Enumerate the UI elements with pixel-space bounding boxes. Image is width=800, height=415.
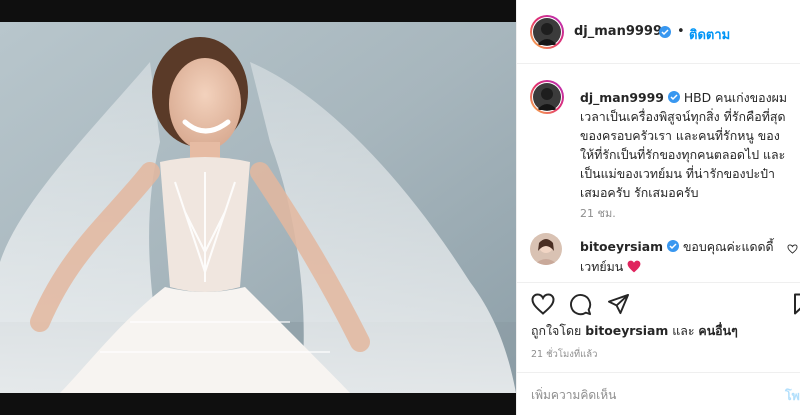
post-timestamp[interactable]: 21 ชั่วโมงที่แล้ว — [531, 347, 597, 362]
post-comment-button[interactable]: โพสต์ — [785, 387, 800, 406]
bookmark-icon[interactable] — [793, 293, 800, 315]
likes-prefix: ถูกใจโดย — [531, 323, 582, 338]
likes-and: และ — [672, 323, 695, 338]
separator-dot: • — [677, 24, 685, 39]
header-username[interactable]: dj_man9999 — [574, 24, 662, 39]
instagram-post: dj_man9999 • ติดตาม dj_man9999 HBD คนเก่… — [0, 0, 800, 415]
comment-input[interactable] — [531, 387, 761, 403]
caption-avatar-image — [533, 83, 561, 111]
comment: bitoeyrsiam ขอบคุณค่ะแดดดี้ เวทย์มน — [580, 237, 780, 277]
caption-username[interactable]: dj_man9999 — [580, 90, 664, 105]
add-comment-section: โพสต์ — [517, 372, 800, 415]
post-photo[interactable] — [0, 22, 516, 393]
follow-button[interactable]: ติดตาม — [689, 24, 730, 45]
caption-time[interactable]: 21 ชม. — [580, 204, 616, 222]
comment-avatar-image — [530, 233, 562, 265]
caption-avatar[interactable] — [532, 82, 562, 112]
comment-verified-badge-icon — [667, 240, 679, 252]
action-bar — [517, 282, 800, 322]
comment-like-heart-icon[interactable] — [787, 244, 798, 254]
comment-username[interactable]: bitoeyrsiam — [580, 239, 663, 254]
avatar-image — [533, 18, 561, 46]
likes-summary: ถูกใจโดย bitoeyrsiam และ คนอื่นๆ — [531, 322, 738, 341]
avatar[interactable] — [532, 17, 562, 47]
comment-icon[interactable] — [569, 293, 592, 316]
red-heart-emoji — [627, 260, 641, 273]
post-side-panel: dj_man9999 • ติดตาม dj_man9999 HBD คนเก่… — [516, 0, 800, 415]
heart-icon[interactable] — [531, 293, 555, 315]
bride-photo-illustration — [0, 22, 516, 393]
comment-avatar[interactable] — [530, 233, 562, 265]
caption-body: HBD คนเก่งของผมเวลาเป็นเครื่องพิสูจน์ทุก… — [580, 90, 788, 200]
share-icon[interactable] — [607, 293, 630, 315]
caption-verified-badge-icon — [667, 91, 680, 103]
likes-others[interactable]: คนอื่นๆ — [698, 323, 737, 338]
caption: dj_man9999 HBD คนเก่งของผมเวลาเป็นเครื่อ… — [580, 88, 792, 202]
likes-user[interactable]: bitoeyrsiam — [585, 323, 668, 338]
post-header: dj_man9999 • ติดตาม — [517, 0, 800, 64]
verified-badge-icon — [659, 26, 671, 38]
